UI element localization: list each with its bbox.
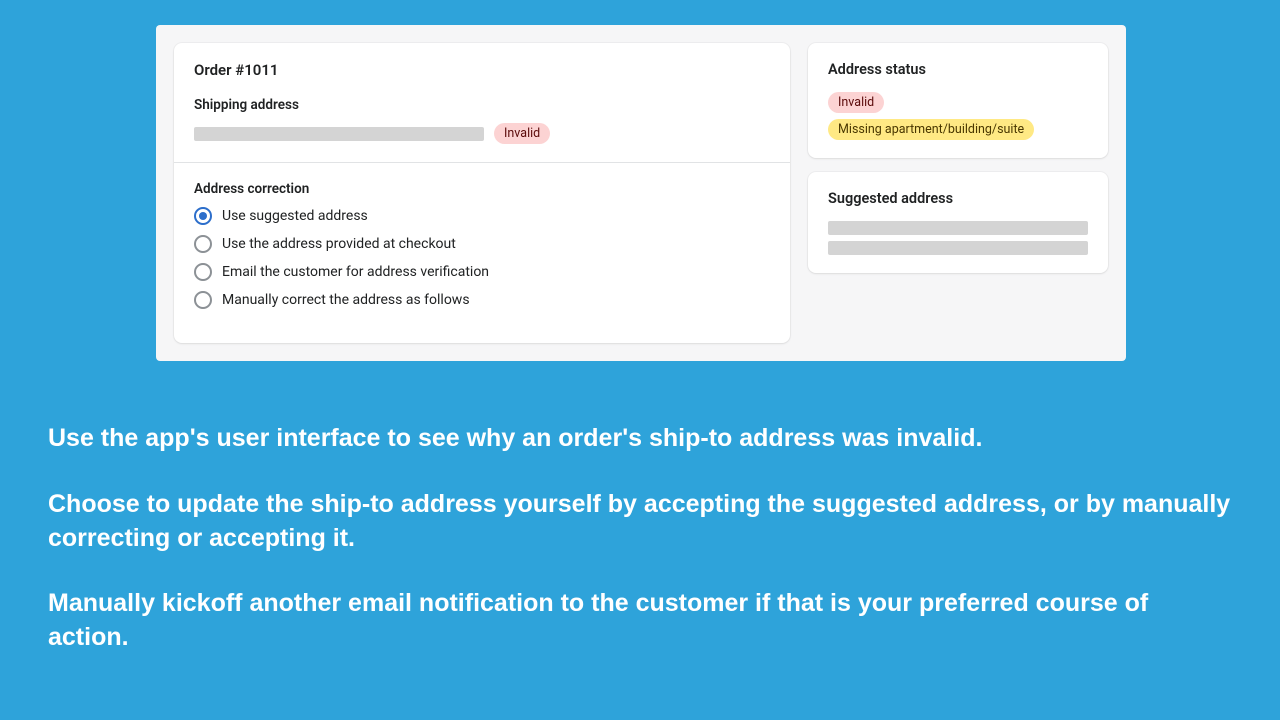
status-missing-badge: Missing apartment/building/suite bbox=[828, 119, 1034, 140]
address-status-title: Address status bbox=[828, 61, 1088, 78]
address-status-card: Address status Invalid Missing apartment… bbox=[808, 43, 1108, 158]
radio-email-customer-label: Email the customer for address verificat… bbox=[222, 264, 489, 280]
suggested-line-1 bbox=[828, 221, 1088, 235]
radio-email-customer-input[interactable] bbox=[194, 263, 212, 281]
invalid-badge: Invalid bbox=[494, 123, 550, 144]
marketing-paragraph-3: Manually kickoff another email notificat… bbox=[48, 587, 1232, 655]
shipping-address-placeholder bbox=[194, 127, 484, 141]
marketing-copy: Use the app's user interface to see why … bbox=[48, 422, 1232, 655]
radio-manual-correct-label: Manually correct the address as follows bbox=[222, 292, 470, 308]
marketing-paragraph-2: Choose to update the ship-to address you… bbox=[48, 488, 1232, 556]
radio-manual-correct[interactable]: Manually correct the address as follows bbox=[194, 291, 770, 309]
left-column: Order #1011 Shipping address Invalid Add… bbox=[174, 43, 790, 343]
app-panel: Order #1011 Shipping address Invalid Add… bbox=[156, 25, 1126, 361]
suggested-address-lines bbox=[828, 221, 1088, 255]
marketing-paragraph-1: Use the app's user interface to see why … bbox=[48, 422, 1232, 456]
order-header-section: Order #1011 Shipping address Invalid bbox=[174, 43, 790, 162]
radio-use-suggested[interactable]: Use suggested address bbox=[194, 207, 770, 225]
address-correction-title: Address correction bbox=[194, 181, 770, 197]
suggested-address-card: Suggested address bbox=[808, 172, 1108, 273]
address-correction-section: Address correction Use suggested address… bbox=[174, 162, 790, 327]
radio-use-suggested-input[interactable] bbox=[194, 207, 212, 225]
suggested-line-2 bbox=[828, 241, 1088, 255]
radio-email-customer[interactable]: Email the customer for address verificat… bbox=[194, 263, 770, 281]
radio-use-checkout[interactable]: Use the address provided at checkout bbox=[194, 235, 770, 253]
status-invalid-badge: Invalid bbox=[828, 92, 884, 113]
suggested-address-title: Suggested address bbox=[828, 190, 1088, 207]
shipping-address-row: Invalid bbox=[194, 123, 770, 144]
right-column: Address status Invalid Missing apartment… bbox=[808, 43, 1108, 343]
correction-radio-group: Use suggested address Use the address pr… bbox=[194, 207, 770, 309]
radio-manual-correct-input[interactable] bbox=[194, 291, 212, 309]
order-title: Order #1011 bbox=[194, 61, 770, 79]
radio-use-checkout-input[interactable] bbox=[194, 235, 212, 253]
radio-use-checkout-label: Use the address provided at checkout bbox=[222, 236, 456, 252]
order-card: Order #1011 Shipping address Invalid Add… bbox=[174, 43, 790, 343]
radio-use-suggested-label: Use suggested address bbox=[222, 208, 368, 224]
status-badges: Invalid Missing apartment/building/suite bbox=[828, 92, 1088, 140]
shipping-address-label: Shipping address bbox=[194, 97, 770, 113]
